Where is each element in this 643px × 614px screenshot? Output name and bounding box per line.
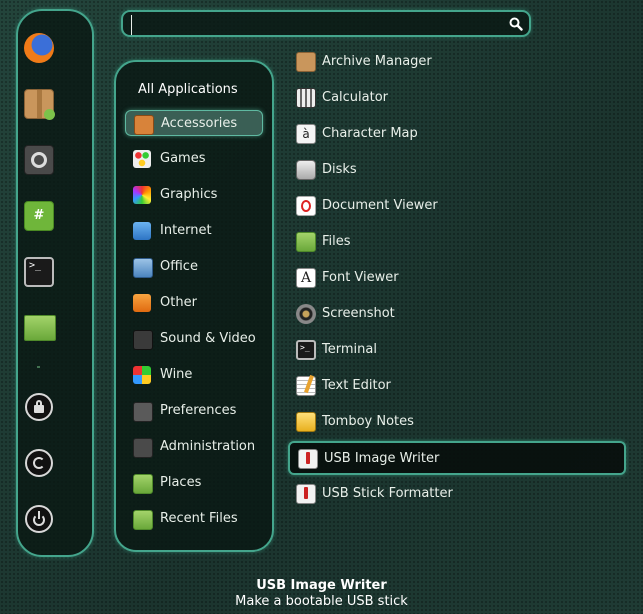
tomboy-notes-icon [296, 412, 316, 432]
app-disks[interactable]: Disks [288, 155, 626, 185]
package-installer-icon[interactable] [24, 89, 55, 120]
usb-stick-formatter-icon [296, 484, 316, 504]
app-label: Files [322, 234, 351, 249]
terminal-app-icon: >_ [296, 340, 316, 360]
category-label: Graphics [160, 187, 218, 202]
lock-screen-icon[interactable] [25, 393, 53, 421]
graphics-icon [133, 186, 151, 204]
hexchat-icon[interactable]: # [24, 201, 54, 231]
office-icon [133, 258, 153, 278]
app-label: Document Viewer [322, 198, 438, 213]
category-label: Recent Files [160, 511, 238, 526]
app-label: USB Image Writer [324, 451, 440, 466]
app-label: Text Editor [322, 378, 391, 393]
app-screenshot[interactable]: Screenshot [288, 299, 626, 329]
app-font-viewer[interactable]: A Font Viewer [288, 263, 626, 293]
category-preferences[interactable]: Preferences [125, 398, 263, 424]
category-places[interactable]: Places [125, 470, 263, 496]
system-settings-icon[interactable] [24, 145, 54, 175]
category-internet[interactable]: Internet [125, 218, 263, 244]
category-label: Internet [160, 223, 212, 238]
text-editor-icon [296, 374, 316, 396]
app-calculator[interactable]: Calculator [288, 83, 626, 113]
app-tomboy-notes[interactable]: Tomboy Notes [288, 407, 626, 437]
category-accessories[interactable]: Accessories [125, 110, 263, 136]
character-map-icon: à [296, 124, 316, 144]
preferences-icon [133, 402, 153, 422]
accessories-icon [134, 115, 154, 135]
category-office[interactable]: Office [125, 254, 263, 280]
app-document-viewer[interactable]: Document Viewer [288, 191, 626, 221]
category-games[interactable]: Games [125, 146, 263, 172]
app-usb-image-writer[interactable]: USB Image Writer [288, 441, 626, 475]
app-label: Screenshot [322, 306, 395, 321]
search-icon[interactable] [509, 17, 523, 31]
category-label: Other [160, 295, 197, 310]
font-viewer-icon: A [296, 268, 316, 288]
app-label: Character Map [322, 126, 418, 141]
internet-icon [133, 222, 151, 240]
category-label: Sound & Video [160, 331, 256, 346]
app-files[interactable]: Files [288, 227, 626, 257]
category-all-applications[interactable]: All Applications [138, 82, 238, 97]
app-label: Disks [322, 162, 357, 177]
disks-icon [296, 160, 316, 180]
category-label: Wine [160, 367, 193, 382]
usb-image-writer-icon [298, 449, 318, 469]
calculator-icon [296, 88, 316, 108]
category-label: Accessories [161, 116, 238, 131]
files-folder-icon[interactable] [24, 315, 56, 341]
archive-manager-icon [296, 52, 316, 72]
search-input[interactable] [131, 15, 506, 35]
files-icon [296, 232, 316, 252]
app-usb-stick-formatter[interactable]: USB Stick Formatter [288, 479, 626, 509]
app-text-editor[interactable]: Text Editor [288, 371, 626, 401]
selected-app-description: Make a bootable USB stick [235, 594, 408, 609]
games-icon [133, 150, 151, 168]
selected-app-title: USB Image Writer [256, 578, 387, 593]
other-icon [133, 294, 151, 312]
favorites-separator [37, 366, 40, 368]
document-viewer-icon [296, 196, 316, 216]
category-label: Office [160, 259, 198, 274]
recent-files-icon [133, 510, 153, 530]
wine-icon [133, 366, 151, 384]
category-label: Administration [160, 439, 256, 454]
app-label: Font Viewer [322, 270, 399, 285]
app-label: Terminal [322, 342, 377, 357]
terminal-icon[interactable]: >_ [24, 257, 54, 287]
app-character-map[interactable]: à Character Map [288, 119, 626, 149]
category-label: Preferences [160, 403, 237, 418]
category-sound-video[interactable]: Sound & Video [125, 326, 263, 352]
category-recent-files[interactable]: Recent Files [125, 506, 263, 532]
category-graphics[interactable]: Graphics [125, 182, 263, 208]
screenshot-icon [296, 304, 316, 324]
category-label: Places [160, 475, 202, 490]
category-other[interactable]: Other [125, 290, 263, 316]
category-wine[interactable]: Wine [125, 362, 263, 388]
search-box[interactable] [121, 10, 531, 37]
logout-icon[interactable] [25, 449, 53, 477]
app-terminal[interactable]: >_ Terminal [288, 335, 626, 365]
category-label: Games [160, 151, 206, 166]
category-administration[interactable]: Administration [125, 434, 263, 460]
app-label: Archive Manager [322, 54, 432, 69]
app-archive-manager[interactable]: Archive Manager [288, 47, 626, 77]
sound-video-icon [133, 330, 153, 350]
firefox-icon[interactable] [24, 33, 54, 63]
administration-icon [133, 438, 153, 458]
places-icon [133, 474, 153, 494]
app-label: USB Stick Formatter [322, 486, 453, 501]
shutdown-icon[interactable] [25, 505, 53, 533]
app-label: Calculator [322, 90, 389, 105]
app-label: Tomboy Notes [322, 414, 414, 429]
